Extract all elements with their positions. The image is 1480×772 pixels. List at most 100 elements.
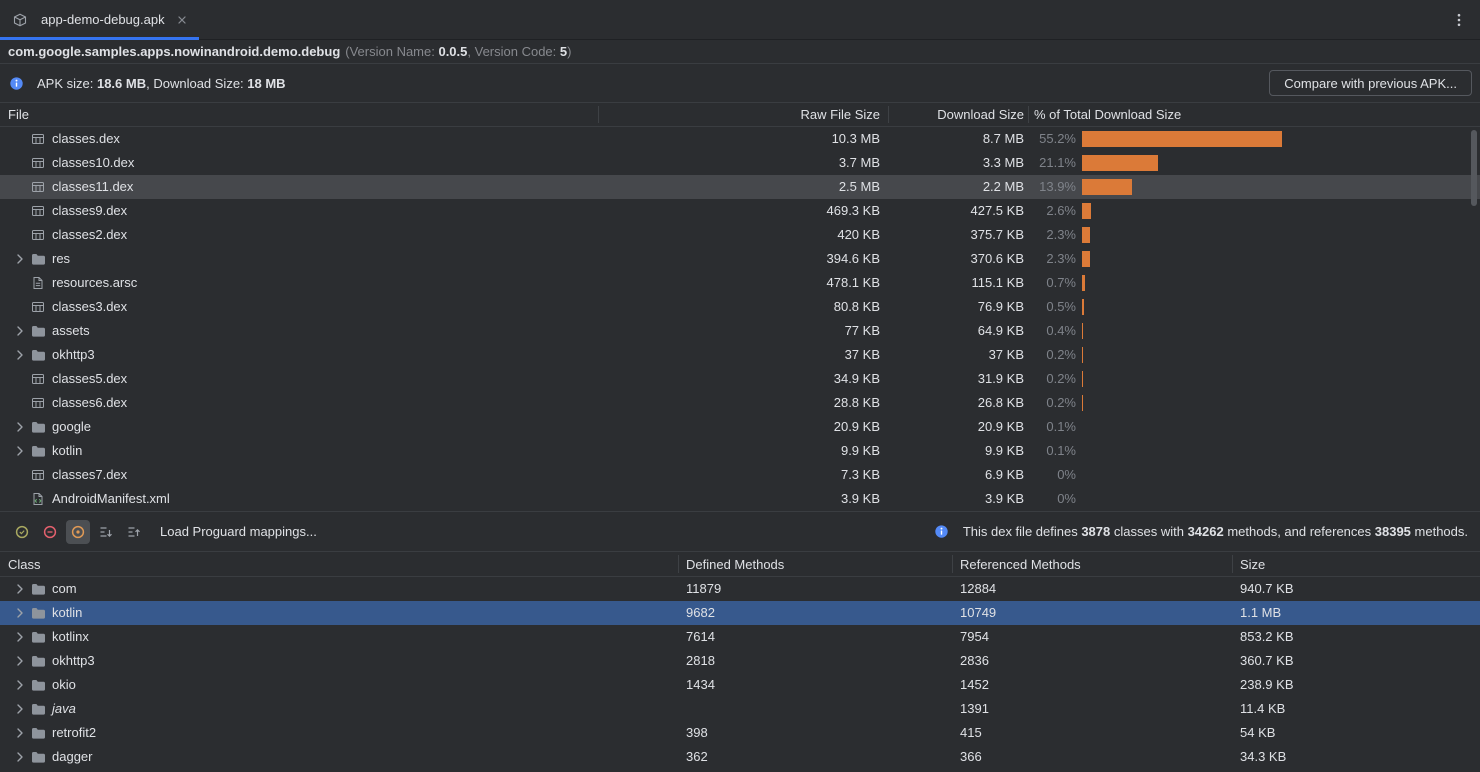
defined-methods-value: 7614 bbox=[686, 625, 715, 649]
class-name: kotlin bbox=[52, 601, 82, 625]
file-table-row[interactable]: classes7.dex 7.3 KB 6.9 KB 0% bbox=[0, 463, 1480, 487]
defined-methods-value: 398 bbox=[686, 721, 708, 745]
class-name: kotlinx bbox=[52, 625, 89, 649]
chevron-right-icon[interactable] bbox=[12, 251, 30, 267]
column-referenced-methods[interactable]: Referenced Methods bbox=[960, 552, 1081, 577]
file-table-row[interactable]: classes3.dex 80.8 KB 76.9 KB 0.5% bbox=[0, 295, 1480, 319]
tab-title: app-demo-debug.apk bbox=[41, 12, 165, 27]
file-name: classes3.dex bbox=[52, 295, 127, 319]
show-removed-nodes-icon[interactable] bbox=[38, 520, 62, 544]
file-table-row[interactable]: kotlin 9.9 KB 9.9 KB 0.1% bbox=[0, 439, 1480, 463]
file-name: google bbox=[52, 415, 91, 439]
class-table-row[interactable]: dagger 362 366 34.3 KB bbox=[0, 745, 1480, 769]
raw-file-size-value: 394.6 KB bbox=[700, 247, 880, 271]
more-options-icon[interactable] bbox=[1448, 9, 1470, 31]
expand-nodes-icon[interactable] bbox=[94, 520, 118, 544]
defined-methods-value: 362 bbox=[686, 745, 708, 769]
chevron-right-icon[interactable] bbox=[12, 443, 30, 459]
dex-viewer-toolbar: Load Proguard mappings... This dex file … bbox=[0, 511, 1480, 551]
chevron-right-icon[interactable] bbox=[12, 581, 30, 597]
column-divider bbox=[678, 555, 679, 573]
package-name: com.google.samples.apps.nowinandroid.dem… bbox=[8, 44, 340, 59]
download-percent-bar bbox=[1082, 251, 1090, 267]
close-tab-icon[interactable] bbox=[175, 13, 189, 27]
dex-file-icon bbox=[30, 467, 46, 483]
tab-apk-analyzer[interactable]: app-demo-debug.apk bbox=[0, 0, 199, 39]
file-table-row[interactable]: okhttp3 37 KB 37 KB 0.2% bbox=[0, 343, 1480, 367]
file-table-row[interactable]: classes2.dex 420 KB 375.7 KB 2.3% bbox=[0, 223, 1480, 247]
chevron-right-icon[interactable] bbox=[12, 701, 30, 717]
download-percent-bar bbox=[1082, 395, 1083, 411]
file-table-row[interactable]: res 394.6 KB 370.6 KB 2.3% bbox=[0, 247, 1480, 271]
file-name: assets bbox=[52, 319, 90, 343]
apk-size-text: APK size: 18.6 MB, Download Size: 18 MB bbox=[37, 76, 286, 91]
class-table-row[interactable]: kotlinx 7614 7954 853.2 KB bbox=[0, 625, 1480, 649]
column-download-size[interactable]: Download Size bbox=[900, 103, 1024, 126]
chevron-right-icon[interactable] bbox=[12, 419, 30, 435]
download-percent-value: 2.3% bbox=[1000, 223, 1076, 247]
file-table-row[interactable]: classes6.dex 28.8 KB 26.8 KB 0.2% bbox=[0, 391, 1480, 415]
download-percent-value: 0.2% bbox=[1000, 367, 1076, 391]
class-table-row[interactable]: kotlin 9682 10749 1.1 MB bbox=[0, 601, 1480, 625]
chevron-right-icon bbox=[12, 395, 30, 411]
column-size[interactable]: Size bbox=[1240, 552, 1265, 577]
download-percent-bar bbox=[1082, 347, 1083, 363]
file-table-row[interactable]: classes.dex 10.3 MB 8.7 MB 55.2% bbox=[0, 127, 1480, 151]
file-table-row[interactable]: assets 77 KB 64.9 KB 0.4% bbox=[0, 319, 1480, 343]
download-percent-value: 0.2% bbox=[1000, 391, 1076, 415]
raw-file-size-value: 478.1 KB bbox=[700, 271, 880, 295]
file-table-row[interactable]: classes10.dex 3.7 MB 3.3 MB 21.1% bbox=[0, 151, 1480, 175]
file-table-row[interactable]: classes5.dex 34.9 KB 31.9 KB 0.2% bbox=[0, 367, 1480, 391]
download-percent-value: 13.9% bbox=[1000, 175, 1076, 199]
class-table-row[interactable]: com 11879 12884 940.7 KB bbox=[0, 577, 1480, 601]
class-name: okio bbox=[52, 673, 76, 697]
load-proguard-mappings-button[interactable]: Load Proguard mappings... bbox=[160, 524, 317, 539]
file-name: kotlin bbox=[52, 439, 82, 463]
version-info: (Version Name: 0.0.5, Version Code: 5) bbox=[345, 44, 571, 59]
chevron-right-icon bbox=[12, 275, 30, 291]
column-file[interactable]: File bbox=[8, 103, 29, 126]
download-percent-value: 0.5% bbox=[1000, 295, 1076, 319]
column-percent-of-total[interactable]: % of Total Download Size bbox=[1034, 103, 1181, 126]
show-referenced-nodes-icon[interactable] bbox=[66, 520, 90, 544]
chevron-right-icon[interactable] bbox=[12, 605, 30, 621]
download-percent-value: 2.6% bbox=[1000, 199, 1076, 223]
chevron-right-icon[interactable] bbox=[12, 653, 30, 669]
file-table-row[interactable]: AndroidManifest.xml 3.9 KB 3.9 KB 0% bbox=[0, 487, 1480, 511]
chevron-right-icon[interactable] bbox=[12, 677, 30, 693]
referenced-methods-value: 2836 bbox=[960, 649, 989, 673]
collapse-nodes-icon[interactable] bbox=[122, 520, 146, 544]
column-class[interactable]: Class bbox=[8, 552, 41, 577]
dex-file-icon bbox=[30, 179, 46, 195]
file-table-row[interactable]: resources.arsc 478.1 KB 115.1 KB 0.7% bbox=[0, 271, 1480, 295]
class-table-header: Class Defined Methods Referenced Methods… bbox=[0, 551, 1480, 577]
package-header: com.google.samples.apps.nowinandroid.dem… bbox=[0, 40, 1480, 64]
file-table-row[interactable]: google 20.9 KB 20.9 KB 0.1% bbox=[0, 415, 1480, 439]
class-table-row[interactable]: okio 1434 1452 238.9 KB bbox=[0, 673, 1480, 697]
raw-file-size-value: 34.9 KB bbox=[700, 367, 880, 391]
class-table-row[interactable]: retrofit2 398 415 54 KB bbox=[0, 721, 1480, 745]
info-icon bbox=[934, 524, 950, 540]
file-table-row[interactable]: classes9.dex 469.3 KB 427.5 KB 2.6% bbox=[0, 199, 1480, 223]
chevron-right-icon bbox=[12, 467, 30, 483]
download-percent-value: 0.4% bbox=[1000, 319, 1076, 343]
class-table-row[interactable]: okhttp3 2818 2836 360.7 KB bbox=[0, 649, 1480, 673]
chevron-right-icon[interactable] bbox=[12, 347, 30, 363]
column-divider bbox=[888, 106, 889, 123]
chevron-right-icon[interactable] bbox=[12, 725, 30, 741]
class-table-row[interactable]: java 1391 11.4 KB bbox=[0, 697, 1480, 721]
chevron-right-icon[interactable] bbox=[12, 749, 30, 765]
download-percent-bar bbox=[1082, 203, 1091, 219]
compare-with-previous-apk-button[interactable]: Compare with previous APK... bbox=[1269, 70, 1472, 96]
vertical-scrollbar[interactable] bbox=[1471, 130, 1477, 206]
column-raw-file-size[interactable]: Raw File Size bbox=[700, 103, 880, 126]
column-defined-methods[interactable]: Defined Methods bbox=[686, 552, 784, 577]
chevron-right-icon[interactable] bbox=[12, 323, 30, 339]
download-percent-value: 0% bbox=[1000, 463, 1076, 487]
file-table-row[interactable]: classes11.dex 2.5 MB 2.2 MB 13.9% bbox=[0, 175, 1480, 199]
download-percent-value: 21.1% bbox=[1000, 151, 1076, 175]
show-defined-nodes-icon[interactable] bbox=[10, 520, 34, 544]
class-name: okhttp3 bbox=[52, 649, 95, 673]
chevron-right-icon[interactable] bbox=[12, 629, 30, 645]
dex-file-icon bbox=[30, 203, 46, 219]
